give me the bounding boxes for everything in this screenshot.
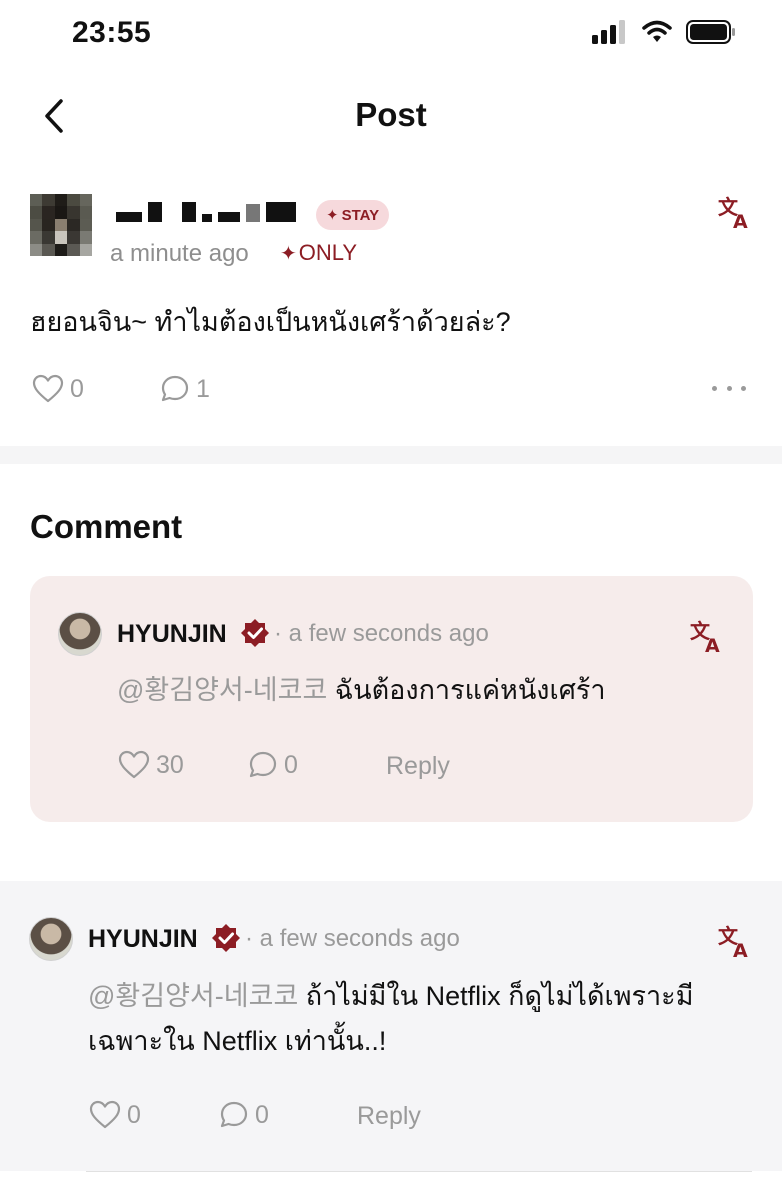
status-icons <box>592 20 736 44</box>
wifi-icon <box>642 20 672 42</box>
translate-icon[interactable]: 文 A <box>690 618 726 654</box>
author-avatar-pixelated[interactable] <box>30 194 92 256</box>
more-icon-dot <box>741 385 746 391</box>
comment-text-line: @황김양서-네코코 ถ้าไม่มีใน Netflix ก็ดูไม่ได้เ… <box>88 974 758 1019</box>
like-button[interactable]: 0 <box>32 374 84 404</box>
comment-time: · a few seconds ago <box>245 925 460 953</box>
time-text: a few seconds ago <box>259 925 460 952</box>
comment-icon <box>249 751 277 778</box>
more-icon <box>712 385 717 391</box>
svg-text:A: A <box>733 940 748 959</box>
separator: · <box>245 925 253 952</box>
svg-text:A: A <box>733 211 748 230</box>
heart-icon <box>89 1100 121 1129</box>
page-title: Post <box>355 96 427 133</box>
time-text: a few seconds ago <box>288 620 489 647</box>
comment-body: ถ้าไม่มีใน Netflix ก็ดูไม่ได้เพราะมี <box>298 981 694 1011</box>
divider <box>86 1171 752 1172</box>
author-name-pixelated <box>116 200 312 222</box>
comment-time: · a few seconds ago <box>274 620 489 648</box>
like-count: 30 <box>156 750 184 779</box>
reply-count-button[interactable]: 0 <box>219 1100 269 1130</box>
more-icon-dot <box>726 385 732 391</box>
sparkle-icon: ✦ <box>326 207 339 224</box>
heart-icon <box>32 374 64 403</box>
more-button[interactable] <box>712 376 746 400</box>
sparkle-icon: ✦ <box>280 242 297 265</box>
status-time: 23:55 <box>72 16 152 49</box>
comment-icon <box>161 375 189 402</box>
comment-body: ฉันต้องการแค่หนังเศร้า <box>327 675 606 705</box>
post-text: ฮยอนจิน~ ทำไมต้องเป็นหนังเศร้าด้วยล่ะ? <box>30 307 511 337</box>
translate-icon[interactable]: 文 A <box>718 194 754 230</box>
post-time: a minute ago <box>110 240 249 267</box>
comment-button[interactable]: 1 <box>160 374 210 404</box>
comment-author[interactable]: HYUNJIN <box>117 620 227 649</box>
only-label: ONLY <box>298 240 358 265</box>
comment-text: @황김양서-네코코 ฉันต้องการแค่หนังเศร้า <box>117 668 717 713</box>
reply-button[interactable]: Reply <box>357 1102 421 1131</box>
battery-icon <box>686 20 735 44</box>
section-divider <box>0 446 782 464</box>
like-count: 0 <box>127 1100 141 1129</box>
badge-label: STAY <box>341 206 380 224</box>
translate-icon[interactable]: 文 A <box>718 923 754 959</box>
verified-icon <box>241 619 269 647</box>
verified-icon <box>212 924 240 952</box>
comment-text: @황김양서-네코코 ถ้าไม่มีใน Netflix ก็ดูไม่ได้เ… <box>88 974 758 1064</box>
svg-text:A: A <box>705 635 720 654</box>
reply-button[interactable]: Reply <box>386 752 450 781</box>
separator: · <box>274 620 282 647</box>
comment-section-title: Comment <box>30 508 183 545</box>
heart-icon <box>118 750 150 779</box>
like-count: 0 <box>70 374 84 403</box>
comment-icon <box>220 1101 248 1128</box>
mention[interactable]: @황김양서-네코코 <box>117 675 327 705</box>
comment-text-line: เฉพาะใน Netflix เท่านั้น..! <box>88 1026 387 1056</box>
mention[interactable]: @황김양서-네코코 <box>88 981 298 1011</box>
avatar[interactable] <box>29 917 73 961</box>
like-button[interactable]: 0 <box>89 1100 141 1130</box>
comment-author[interactable]: HYUNJIN <box>88 925 198 954</box>
like-button[interactable]: 30 <box>118 750 184 780</box>
stay-badge: ✦ STAY <box>316 200 390 230</box>
reply-count-button[interactable]: 0 <box>248 750 298 780</box>
signal-icon <box>592 20 625 44</box>
reply-count: 0 <box>255 1100 269 1129</box>
reply-count: 0 <box>284 750 298 779</box>
comment-count: 1 <box>196 374 210 403</box>
only-tag: ✦ ONLY <box>280 240 357 266</box>
avatar[interactable] <box>58 612 102 656</box>
